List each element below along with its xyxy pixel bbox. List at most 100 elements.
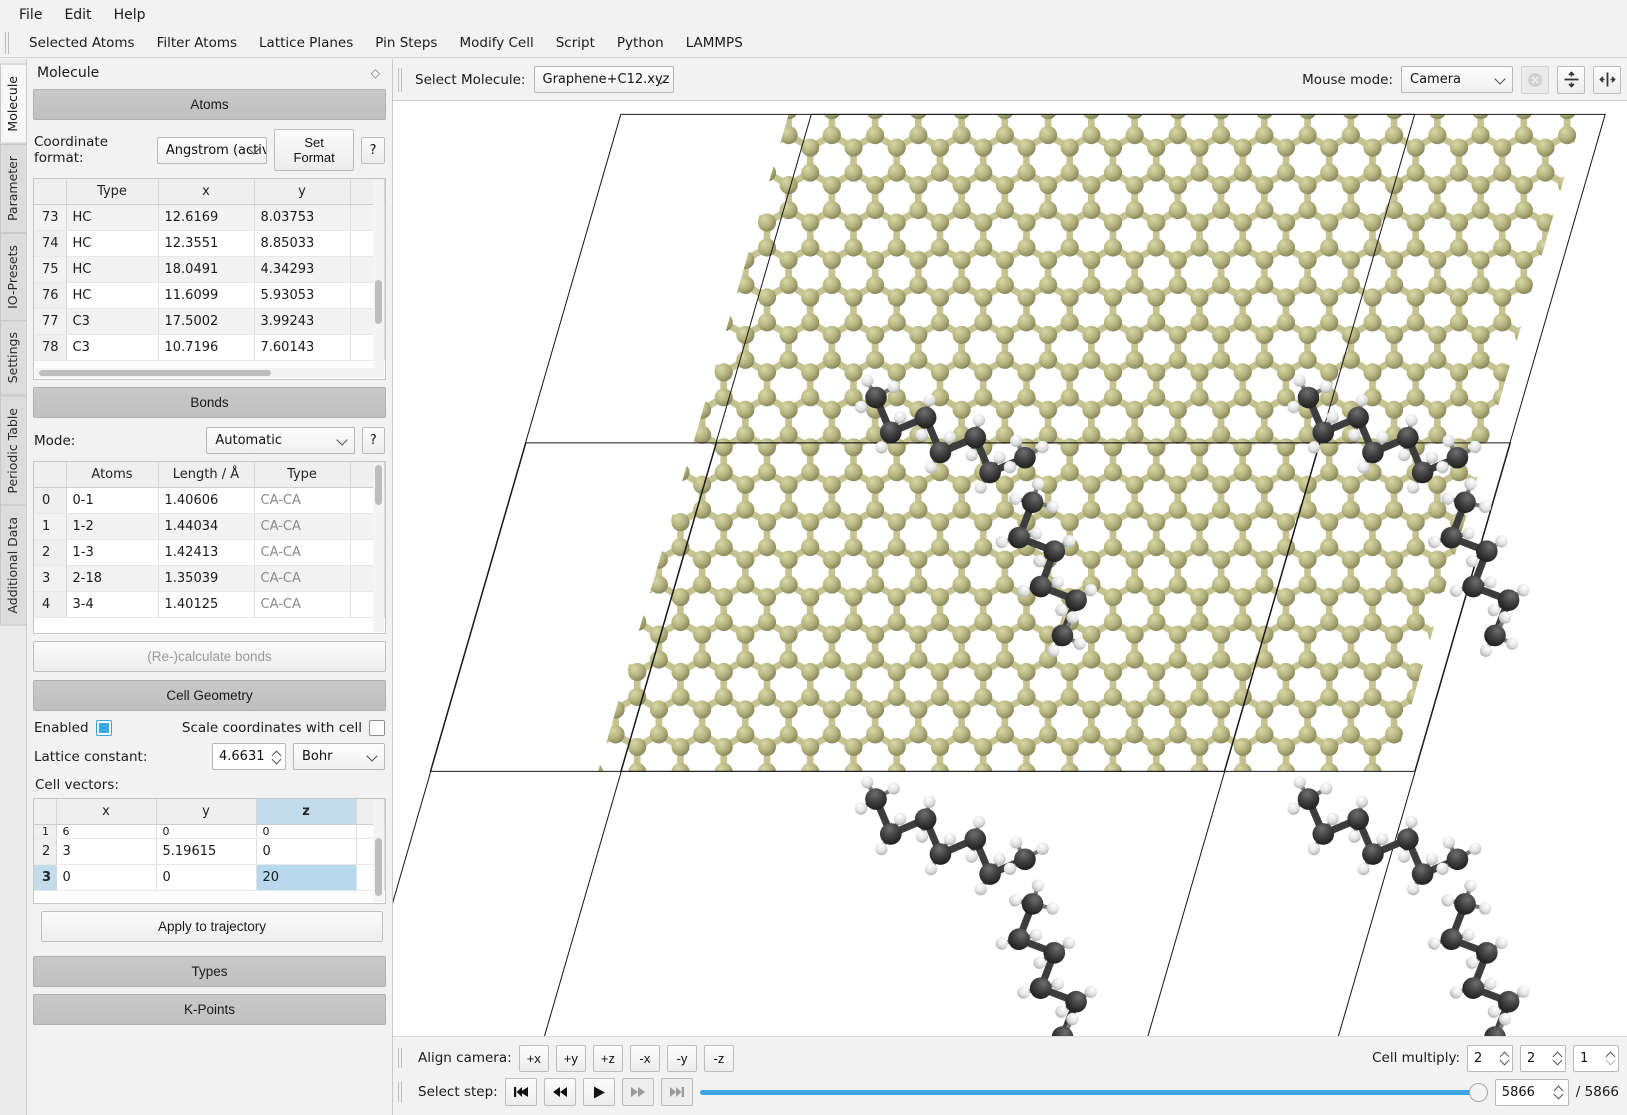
atoms-cell-type[interactable]: HC [66,257,158,283]
cellvec-cell-x[interactable]: 3 [56,839,156,865]
bonds-cell-type[interactable]: CA-CA [254,592,350,618]
bonds-table-vscrollbar[interactable] [373,463,384,632]
cellvec-cell-x[interactable]: 6 [56,825,156,839]
table-row[interactable]: 73 HC 12.6169 8.03753 [34,205,385,231]
table-row[interactable]: 2 1-3 1.42413 CA-CA [34,540,385,566]
select-molecule-dropdown[interactable]: Graphene+C12.xyz [534,66,674,93]
molecule-3d-viewport[interactable] [393,101,1627,1036]
align-minus-z-button[interactable]: -z [704,1045,734,1072]
sidebar-tab-io-presets[interactable]: IO-Presets [0,233,26,321]
atoms-cell-x[interactable]: 17.5002 [158,309,254,335]
atoms-cell-y[interactable]: 7.60143 [254,335,350,361]
skip-last-icon[interactable] [661,1078,693,1106]
cell-enabled-checkbox[interactable] [96,720,112,736]
lattice-constant-arrows[interactable] [271,744,285,769]
atoms-table-hscrollbar[interactable] [35,368,373,378]
play-icon[interactable] [583,1078,615,1106]
cell-multiply-a-input[interactable] [1468,1046,1500,1071]
bonds-cell-length[interactable]: 1.44034 [158,514,254,540]
bonds-cell-atoms[interactable]: 1-3 [66,540,158,566]
cell-multiply-b-input[interactable] [1521,1046,1553,1071]
step-number-stepper[interactable] [1495,1079,1569,1106]
atoms-cell-y[interactable]: 8.03753 [254,205,350,231]
bonds-cell-atoms[interactable]: 3-4 [66,592,158,618]
bonds-cell-type[interactable]: CA-CA [254,514,350,540]
viewport-toolbar-drag-handle[interactable] [397,68,404,92]
table-row[interactable]: 75 HC 18.0491 4.34293 [34,257,385,283]
table-row[interactable]: 1 1-2 1.44034 CA-CA [34,514,385,540]
kpoints-section-button[interactable]: K-Points [33,994,386,1025]
table-row[interactable]: 1 6 0 0 [34,825,385,839]
table-row[interactable]: 2 3 5.19615 0 [34,839,385,865]
cellvec-cell-z[interactable]: 20 [256,865,356,891]
cell-vectors-table[interactable]: x y z 1 6 0 0 2 3 5.19 [33,798,386,904]
table-row[interactable]: 3 2-18 1.35039 CA-CA [34,566,385,592]
tool-modify-cell[interactable]: Modify Cell [448,32,544,54]
bonds-section-button[interactable]: Bonds [33,387,386,418]
cellvec-cell-y[interactable]: 0 [156,865,256,891]
types-section-button[interactable]: Types [33,956,386,987]
table-row[interactable]: 77 C3 17.5002 3.99243 [34,309,385,335]
bonds-cell-length[interactable]: 1.35039 [158,566,254,592]
bonds-cell-length[interactable]: 1.40606 [158,488,254,514]
sidebar-tab-molecule[interactable]: Molecule [0,64,26,144]
molecule-scene[interactable] [393,101,1627,1036]
split-horizontal-icon[interactable] [1557,66,1585,94]
bond-mode-select[interactable]: Automatic [206,427,354,454]
cell-multiply-c-stepper[interactable] [1573,1045,1619,1072]
cellvec-cell-z[interactable]: 0 [256,825,356,839]
cellvec-cell-x[interactable]: 0 [56,865,156,891]
step-slider-track[interactable] [700,1090,1488,1095]
tool-filter-atoms[interactable]: Filter Atoms [146,32,248,54]
cellvec-table-vscrollbar[interactable] [373,800,384,902]
skip-first-icon[interactable] [505,1078,537,1106]
split-vertical-icon[interactable] [1593,66,1621,94]
stepbar-drag-handle[interactable] [397,1082,405,1102]
menu-edit[interactable]: Edit [53,3,102,27]
atoms-cell-type[interactable]: HC [66,283,158,309]
align-minus-y-button[interactable]: -y [667,1045,697,1072]
table-row[interactable]: 3 0 0 20 [34,865,385,891]
table-row[interactable]: 74 HC 12.3551 8.85033 [34,231,385,257]
atoms-cell-x[interactable]: 10.7196 [158,335,254,361]
set-format-button[interactable]: Set Format [274,129,354,171]
atoms-cell-type[interactable]: HC [66,205,158,231]
bonds-cell-atoms[interactable]: 1-2 [66,514,158,540]
sidebar-tab-periodic-table[interactable]: Periodic Table [0,396,26,506]
cell-multiply-b-stepper[interactable] [1520,1045,1566,1072]
bonds-table[interactable]: Atoms Length / Å Type 0 0-1 1.40606 CA-C… [33,461,386,634]
atoms-cell-type[interactable]: C3 [66,335,158,361]
atoms-cell-x[interactable]: 12.6169 [158,205,254,231]
scale-coordinates-checkbox[interactable] [369,720,385,736]
tool-lattice-planes[interactable]: Lattice Planes [248,32,364,54]
table-row[interactable]: 4 3-4 1.40125 CA-CA [34,592,385,618]
tool-script[interactable]: Script [545,32,606,54]
atoms-table[interactable]: Type x y 73 HC 12.6169 8.03753 74 [33,178,386,380]
tool-selected-atoms[interactable]: Selected Atoms [18,32,146,54]
table-row[interactable]: 76 HC 11.6099 5.93053 [34,283,385,309]
step-number-input[interactable] [1496,1080,1554,1105]
coordinate-format-select[interactable]: Angstrom (activ [157,137,267,164]
bonds-cell-type[interactable]: CA-CA [254,540,350,566]
table-row[interactable]: 78 C3 10.7196 7.60143 [34,335,385,361]
menu-file[interactable]: File [8,3,53,27]
step-slider[interactable] [700,1078,1488,1106]
sidebar-tab-settings[interactable]: Settings [0,320,26,395]
sidebar-tab-parameter[interactable]: Parameter [0,144,26,233]
mouse-mode-dropdown[interactable]: Camera [1401,66,1513,93]
atoms-cell-y[interactable]: 8.85033 [254,231,350,257]
align-plus-x-button[interactable]: +x [519,1045,549,1072]
tool-pin-steps[interactable]: Pin Steps [364,32,448,54]
toolbar-drag-handle[interactable] [4,32,12,54]
cell-geometry-section-button[interactable]: Cell Geometry [33,680,386,711]
sidebar-tab-additional-data[interactable]: Additional Data [0,505,26,626]
recalculate-bonds-button[interactable]: (Re-)calculate bonds [33,641,386,672]
step-slider-handle[interactable] [1469,1083,1488,1102]
atoms-section-button[interactable]: Atoms [33,89,386,120]
float-panel-icon[interactable]: ◇ [371,66,380,80]
tool-python[interactable]: Python [606,32,675,54]
atoms-cell-type[interactable]: C3 [66,309,158,335]
table-row[interactable]: 0 0-1 1.40606 CA-CA [34,488,385,514]
bonds-cell-atoms[interactable]: 2-18 [66,566,158,592]
rewind-icon[interactable] [544,1078,576,1106]
